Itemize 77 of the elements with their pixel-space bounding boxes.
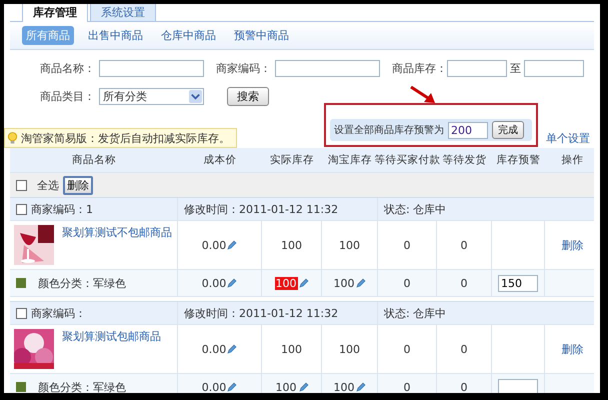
table-cell: 0 (404, 238, 410, 252)
table-cell: 100 (339, 238, 360, 252)
modified-time: 修改时间：2011-01-12 11:32 (184, 202, 338, 216)
table-cell: 0 (460, 238, 468, 252)
field-label: 商家编码： (216, 60, 271, 76)
warning-input[interactable]: 200 (448, 122, 488, 138)
filter-tab[interactable]: 预警中商品 (230, 26, 293, 45)
delete-link[interactable]: 删除 (562, 342, 584, 356)
stock-value: 100 (274, 380, 298, 393)
table-cell: 0 (460, 276, 468, 290)
field-label: 商品名称： (40, 60, 95, 76)
checkbox[interactable] (16, 180, 27, 190)
arrow-icon (410, 86, 436, 104)
status-text: 状态: 仓库中 (384, 306, 446, 320)
modified-time: 修改时间：2011-01-12 11:32 (184, 306, 338, 320)
merchant-code: 商家编码： (31, 306, 86, 320)
tab[interactable]: 系统设置 (90, 4, 156, 21)
select-all-label: 全选 (37, 178, 59, 192)
warning-input[interactable]: 150 (498, 274, 538, 292)
input-field[interactable] (447, 60, 507, 76)
table-cell: 100 (281, 342, 302, 356)
column-header: 操作 (560, 153, 584, 168)
category-dropdown[interactable]: 所有分类 (99, 88, 204, 104)
field-label: 商品类目： (40, 88, 95, 104)
status-text: 状态: 仓库中 (384, 202, 446, 216)
checkbox[interactable] (16, 204, 27, 214)
lightbulb-icon (7, 132, 18, 144)
variant-label: 颜色分类：军绿色 (38, 380, 126, 393)
column-header: 淘宝库存 (327, 153, 373, 168)
tip-text: 淘管家简易版：发货后自动扣减实际库存。 (21, 130, 230, 146)
bulk-warning-label: 设置全部商品库存预警为 (334, 124, 444, 137)
column-header: 成本价 (202, 153, 238, 168)
input-field[interactable] (275, 60, 380, 76)
column-header: 等待发货 (442, 153, 488, 168)
done-button[interactable]: 完成 (492, 121, 524, 139)
table-cell: 100 (281, 238, 302, 252)
table-cell: 0 (460, 342, 468, 356)
stock-value: 100 (274, 276, 298, 290)
column-header: 库存预警 (496, 153, 542, 168)
merchant-code: 商家编码：1 (31, 202, 93, 216)
filter-tab[interactable]: 仓库中商品 (157, 26, 220, 45)
warning-input[interactable] (498, 378, 538, 393)
pencil-icon[interactable] (227, 344, 238, 354)
field-label: 商品库存： (392, 60, 447, 76)
table-cell: 0 (404, 342, 410, 356)
cost-price: 0.00 (202, 238, 226, 252)
pencil-icon[interactable] (356, 382, 366, 392)
pencil-icon[interactable] (356, 278, 366, 288)
pencil-icon[interactable] (298, 278, 308, 288)
pencil-icon[interactable] (298, 382, 308, 392)
pencil-icon[interactable] (227, 382, 238, 392)
column-header: 商品名称 (71, 153, 117, 168)
filter-tab[interactable]: 出售中商品 (84, 26, 147, 45)
tab[interactable]: 库存管理 (22, 4, 88, 22)
pencil-icon[interactable] (227, 240, 238, 250)
cost-price: 0.00 (202, 380, 226, 393)
search-button[interactable]: 搜索 (227, 86, 269, 106)
variant-label: 颜色分类：军绿色 (38, 276, 126, 290)
input-field[interactable] (99, 60, 204, 76)
product-link[interactable]: 聚划算测试包邮商品 (62, 329, 161, 344)
table-cell: 0 (460, 380, 468, 393)
range-separator: 至 (510, 60, 521, 76)
checkbox[interactable] (16, 308, 27, 318)
column-header: 实际库存 (269, 153, 315, 168)
pencil-icon[interactable] (227, 278, 238, 288)
single-setting-link[interactable]: 单个设置 (546, 130, 590, 146)
cost-price: 0.00 (202, 276, 226, 290)
delete-button[interactable]: 删除 (63, 176, 93, 194)
stock-value: 100 (334, 380, 354, 393)
delete-link[interactable]: 删除 (562, 238, 584, 252)
product-link[interactable]: 聚划算测试不包邮商品 (62, 225, 172, 240)
table-cell: 0 (404, 276, 410, 290)
table-cell: 100 (339, 342, 360, 356)
input-field[interactable] (524, 60, 584, 76)
stock-value: 100 (334, 276, 354, 290)
cost-price: 0.00 (202, 342, 226, 356)
table-cell: 0 (404, 380, 410, 393)
